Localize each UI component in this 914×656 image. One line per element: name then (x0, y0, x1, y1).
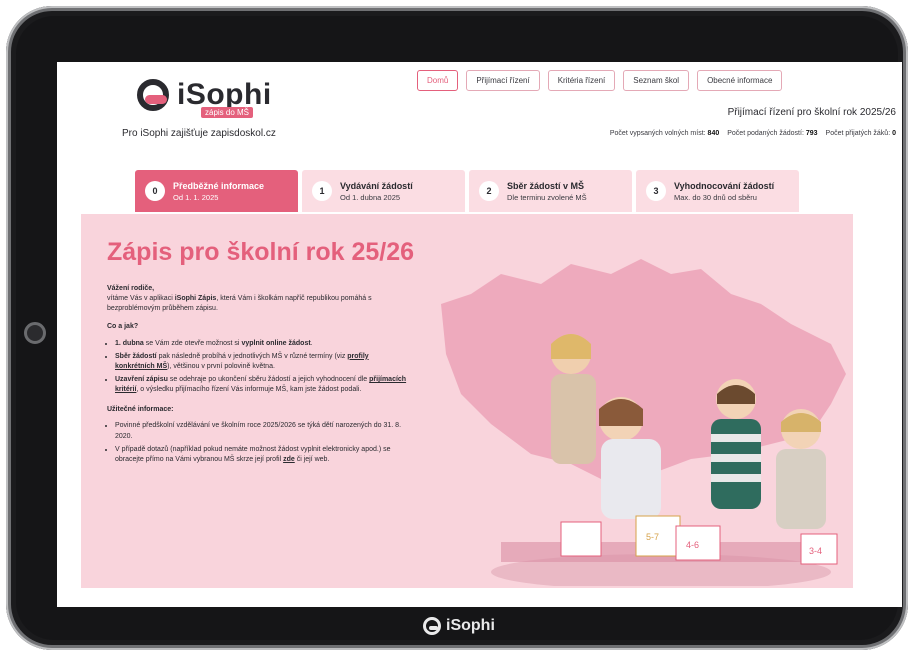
step-tab-collection[interactable]: 2 Sběr žádostí v MŠ Dle terminu zvolené M… (469, 170, 632, 212)
child-body (711, 419, 761, 509)
step-number: 3 (646, 181, 666, 201)
page-title: Zápis pro školní rok 25/26 (107, 238, 415, 266)
isophi-logo-icon (423, 617, 441, 635)
process-steps: 0 Předběžné informace Od 1. 1. 2025 1 Vyd… (135, 170, 799, 212)
child-body (551, 374, 596, 464)
hero-text: Vážení rodiče, vítáme Vás v aplikaci iSo… (107, 284, 407, 475)
stat-free-places: Počet vypsaných volných míst: 840 (609, 130, 720, 137)
list-item: Povinné předškolní vzdělávání ve školním… (115, 421, 407, 441)
step-subtitle: Max. do 30 dnů od sběru (674, 192, 757, 202)
nav-school-list[interactable]: Seznam škol (623, 70, 690, 91)
step-title: Vydávání žádostí (340, 180, 413, 191)
useful-list: Povinné předškolní vzdělávání ve školním… (107, 421, 407, 465)
tagline: Pro iSophi zajišťuje zapisdoskol.cz (122, 128, 276, 139)
nav-home[interactable]: Domů (417, 70, 459, 91)
main-nav: Domů Přijímací řízení Kritéria řízení Se… (417, 70, 783, 91)
list-item: Uzavření zápisu se odehraje po ukončení … (115, 375, 407, 395)
app-screen: iSophi zápis do MŠ Pro iSophi zajišťuje … (57, 62, 902, 607)
step-tab-preliminary[interactable]: 0 Předběžné informace Od 1. 1. 2025 (135, 170, 298, 212)
step-subtitle: Od 1. dubna 2025 (340, 192, 401, 202)
list-item: Sběr žádostí pak následně probíhá v jedn… (115, 352, 407, 372)
nav-admission[interactable]: Přijímací řízení (466, 70, 540, 91)
logo-subtitle: zápis do MŠ (201, 107, 254, 118)
nav-general-info[interactable]: Obecné informace (697, 70, 783, 91)
section-heading-how: Co a jak? (107, 323, 139, 331)
camera-icon (24, 322, 46, 344)
here-link[interactable]: zde (283, 456, 295, 463)
step-tab-issuing[interactable]: 1 Vydávání žádostí Od 1. dubna 2025 (302, 170, 465, 212)
step-number: 0 (145, 181, 165, 201)
step-title: Sběr žádostí v MŠ (507, 180, 585, 191)
device-logo-text: iSophi (446, 617, 495, 634)
list-item: V případě dotazů (například pokud nemáte… (115, 445, 407, 465)
how-list: 1. dubna se Vám zde otevře možnost si vy… (107, 339, 407, 396)
child-body (601, 439, 661, 519)
hero-section: Zápis pro školní rok 25/26 Vážení rodiče… (81, 214, 853, 588)
greeting: Vážení rodiče, (107, 285, 155, 292)
step-subtitle: Od 1. 1. 2025 (173, 192, 219, 202)
box-label: 4-6 (686, 540, 699, 550)
step-number: 2 (479, 181, 499, 201)
children-photo: 5-7 4-6 3-4 (491, 334, 838, 586)
device-logo: iSophi (423, 617, 495, 635)
step-title: Vyhodnocování žádostí (674, 180, 775, 191)
stats-bar: Počet vypsaných volných míst: 840 Počet … (610, 130, 896, 137)
step-number: 1 (312, 181, 332, 201)
child-body (776, 449, 826, 529)
isophi-logo-icon (137, 79, 169, 111)
step-subtitle: Dle terminu zvolené MŠ (507, 192, 587, 202)
admission-period: Přijímací řízení pro školní rok 2025/26 (727, 107, 896, 118)
box-label: 3-4 (809, 546, 822, 556)
box-label: 5-7 (646, 532, 659, 542)
stat-accepted: Počet přijatých žáků: 0 (825, 130, 896, 137)
section-heading-useful: Užitečné informace: (107, 406, 174, 414)
list-item: 1. dubna se Vám zde otevře možnost si vy… (115, 339, 407, 349)
step-title: Předběžné informace (173, 180, 265, 191)
nav-criteria[interactable]: Kritéria řízení (547, 70, 616, 91)
toy-box (560, 521, 602, 557)
stat-submitted: Počet podaných žádostí: 793 (727, 130, 818, 137)
step-tab-evaluation[interactable]: 3 Vyhodnocování žádostí Max. do 30 dnů od… (636, 170, 799, 212)
